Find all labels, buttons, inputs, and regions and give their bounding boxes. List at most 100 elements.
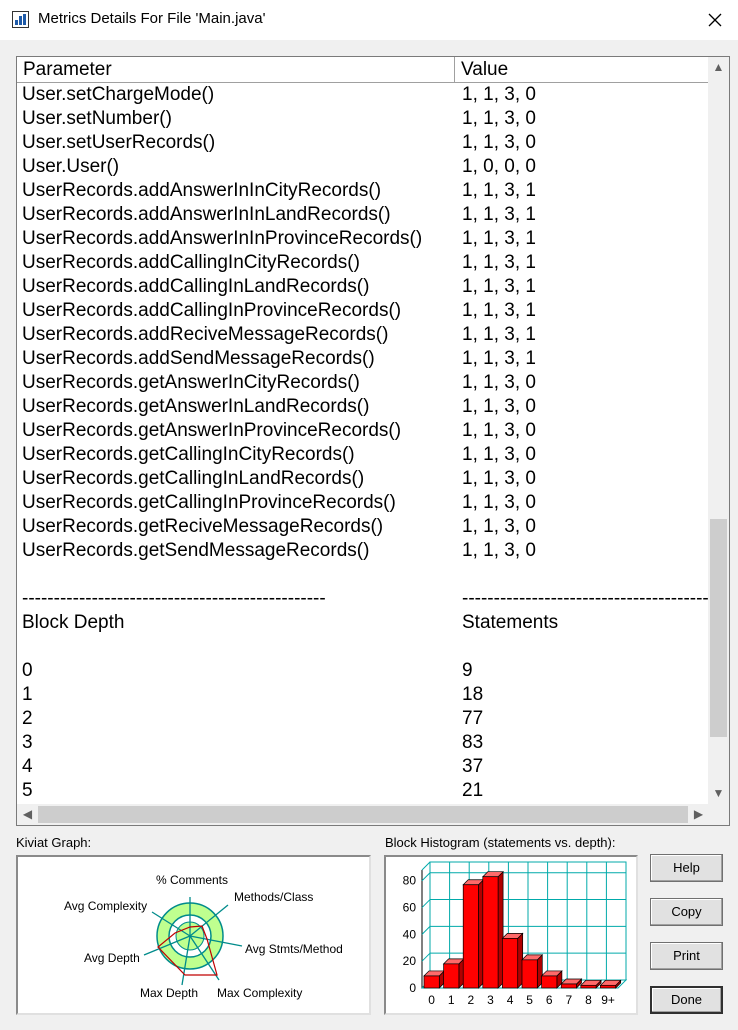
column-header-value[interactable]: Value <box>455 57 709 83</box>
parameter-cell: UserRecords.addAnswerInInProvinceRecords… <box>22 228 423 249</box>
table-row[interactable]: 09 <box>17 659 709 683</box>
parameter-cell: User.setNumber() <box>22 108 172 129</box>
x-tick-label: 7 <box>566 993 573 1007</box>
scroll-left-icon[interactable]: ◀ <box>17 804 38 825</box>
x-tick-label: 3 <box>487 993 494 1007</box>
horizontal-scroll-thumb[interactable] <box>38 806 688 823</box>
copy-button[interactable]: Copy <box>650 898 723 926</box>
table-row[interactable]: UserRecords.addCallingInProvinceRecords(… <box>17 299 709 323</box>
close-button[interactable] <box>692 0 738 40</box>
parameter-cell: User.setChargeMode() <box>22 84 215 105</box>
value-cell: 1, 1, 3, 0 <box>462 492 536 513</box>
scroll-right-icon[interactable]: ▶ <box>688 804 709 825</box>
value-cell: 1, 1, 3, 0 <box>462 84 536 105</box>
parameter-cell: UserRecords.getAnswerInLandRecords() <box>22 396 370 417</box>
table-row[interactable]: UserRecords.addAnswerInInProvinceRecords… <box>17 227 709 251</box>
table-row[interactable]: UserRecords.getAnswerInLandRecords() 1, 1… <box>17 395 709 419</box>
table-row[interactable] <box>17 563 709 587</box>
scroll-up-icon[interactable]: ▲ <box>708 57 729 78</box>
column-header: Parameter Value <box>17 57 709 83</box>
table-row[interactable] <box>17 635 709 659</box>
vertical-scroll-thumb[interactable] <box>710 519 727 737</box>
metrics-rows: User.setChargeMode() 1, 1, 3, 0 User.setNu… <box>17 83 729 803</box>
parameter-cell: Block Depth <box>22 612 125 633</box>
value-cell: 1, 1, 3, 0 <box>462 468 536 489</box>
table-row[interactable]: UserRecords.addCallingInCityRecords() 1, … <box>17 251 709 275</box>
help-button[interactable]: Help <box>650 854 723 882</box>
histogram-bar <box>540 970 563 989</box>
histogram-bar <box>521 953 544 989</box>
parameter-cell: UserRecords.getCallingInLandRecords() <box>22 468 365 489</box>
table-row[interactable]: UserRecords.addSendMessageRecords() 1, 1,… <box>17 347 709 371</box>
value-cell: 18 <box>462 684 484 705</box>
kiviat-axis-label: Methods/Class <box>234 890 313 904</box>
value-cell: ----------------------------------------… <box>462 588 729 609</box>
value-cell: 1, 1, 3, 0 <box>462 444 536 465</box>
histogram-bar <box>423 970 446 989</box>
kiviat-graph-panel: % Comments Methods/Class Avg Stmts/Metho… <box>16 855 371 1015</box>
table-row[interactable]: UserRecords.getAnswerInProvinceRecords()… <box>17 419 709 443</box>
table-row[interactable]: UserRecords.getReciveMessageRecords() 1, … <box>17 515 709 539</box>
block-histogram-chart: 0204060800 1 2 3 4 5 6 7 8 9+ <box>403 861 628 1007</box>
table-row[interactable]: User.setNumber() 1, 1, 3, 0 <box>17 107 709 131</box>
table-row[interactable]: 2 77 <box>17 707 709 731</box>
x-tick-label: 2 <box>468 993 475 1007</box>
scroll-down-icon[interactable]: ▼ <box>708 783 729 804</box>
parameter-cell: UserRecords.getCallingInCityRecords() <box>22 444 355 465</box>
parameter-cell: UserRecords.getReciveMessageRecords() <box>22 516 384 537</box>
table-row[interactable]: UserRecords.getCallingInCityRecords() 1, … <box>17 443 709 467</box>
metrics-list[interactable]: Parameter Value User.setChargeMode() 1, 1… <box>16 56 730 826</box>
table-row[interactable]: User.User() 1, 0, 0, 0 <box>17 155 709 179</box>
parameter-cell: UserRecords.addSendMessageRecords() <box>22 348 375 369</box>
parameter-cell: UserRecords.addAnswerInInCityRecords() <box>22 180 382 201</box>
histogram-bar <box>442 958 465 989</box>
parameter-cell: UserRecords.getSendMessageRecords() <box>22 540 370 561</box>
value-cell: 9 <box>462 660 473 681</box>
parameter-cell: User.setUserRecords() <box>22 132 216 153</box>
y-tick-label: 0 <box>409 981 416 995</box>
table-row[interactable]: User.setChargeMode() 1, 1, 3, 0 <box>17 83 709 107</box>
histogram-gridline <box>421 926 431 935</box>
parameter-cell: UserRecords.addReciveMessageRecords() <box>22 324 389 345</box>
parameter-cell: UserRecords.addCallingInLandRecords() <box>22 276 370 297</box>
app-icon <box>12 11 29 28</box>
x-tick-label: 4 <box>507 993 514 1007</box>
horizontal-scrollbar[interactable]: ◀ ▶ <box>17 804 709 825</box>
table-row[interactable]: 5 21 <box>17 779 709 803</box>
table-row[interactable]: UserRecords.addAnswerInInCityRecords() 1,… <box>17 179 709 203</box>
print-button[interactable]: Print <box>650 942 723 970</box>
value-cell: 1, 1, 3, 0 <box>462 108 536 129</box>
value-cell: 1, 1, 3, 0 <box>462 540 536 561</box>
table-row[interactable]: UserRecords.getCallingInProvinceRecords(… <box>17 491 709 515</box>
histogram-frame-edge <box>421 861 431 871</box>
table-row[interactable]: 4 37 <box>17 755 709 779</box>
histogram-gridline <box>421 899 431 908</box>
y-tick-label: 20 <box>403 954 417 968</box>
table-row[interactable]: Block Depth Statements <box>17 611 709 635</box>
table-row[interactable]: UserRecords.getCallingInLandRecords() 1, … <box>17 467 709 491</box>
parameter-cell: UserRecords.getCallingInProvinceRecords(… <box>22 492 396 513</box>
parameter-cell: User.User() <box>22 156 120 177</box>
value-cell: 1, 0, 0, 0 <box>462 156 536 177</box>
histogram-bar <box>501 932 524 989</box>
table-row[interactable]: UserRecords.addAnswerInInLandRecords() 1,… <box>17 203 709 227</box>
table-row[interactable]: UserRecords.getAnswerInCityRecords() 1, 1… <box>17 371 709 395</box>
parameter-cell: UserRecords.addCallingInProvinceRecords(… <box>22 300 402 321</box>
histogram-panel: 0 20 40 60 80 0 1 2 3 4 5 6 7 8 9+ <box>384 855 638 1015</box>
kiviat-label: Kiviat Graph: <box>16 835 92 850</box>
y-tick-label: 40 <box>403 927 417 941</box>
parameter-cell: UserRecords.addCallingInCityRecords() <box>22 252 360 273</box>
column-header-parameter[interactable]: Parameter <box>17 57 455 83</box>
table-row[interactable]: ----------------------------------------… <box>17 587 729 611</box>
table-row[interactable]: User.setUserRecords() 1, 1, 3, 0 <box>17 131 709 155</box>
vertical-scrollbar[interactable]: ▲ ▼ <box>708 57 729 804</box>
table-row[interactable]: 1 18 <box>17 683 709 707</box>
close-icon <box>708 13 722 27</box>
table-row[interactable]: UserRecords.addReciveMessageRecords() 1, … <box>17 323 709 347</box>
value-cell: 77 <box>462 708 484 729</box>
table-row[interactable]: 3 83 <box>17 731 709 755</box>
done-button[interactable]: Done <box>650 986 723 1014</box>
table-row[interactable]: UserRecords.addCallingInLandRecords() 1, … <box>17 275 709 299</box>
value-cell: Statements <box>462 612 559 633</box>
table-row[interactable]: UserRecords.getSendMessageRecords() 1, 1,… <box>17 539 709 563</box>
